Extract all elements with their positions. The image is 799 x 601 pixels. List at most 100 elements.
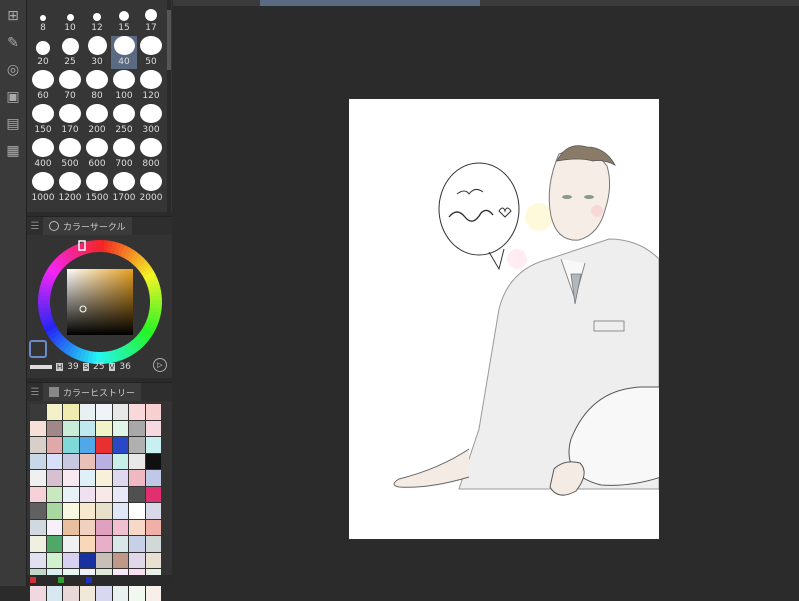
drawing-canvas[interactable]: [349, 99, 659, 539]
brush-size-200[interactable]: 200: [84, 104, 110, 137]
brush-size-1200[interactable]: 1200: [57, 172, 83, 205]
history-swatch[interactable]: [146, 503, 162, 519]
history-swatch[interactable]: [96, 437, 112, 453]
brush-size-15[interactable]: 15: [111, 2, 137, 35]
brush-size-1700[interactable]: 1700: [111, 172, 137, 205]
brush-size-8[interactable]: 8: [30, 2, 56, 35]
history-swatch[interactable]: [113, 470, 129, 486]
history-swatch[interactable]: [80, 536, 96, 552]
history-swatch[interactable]: [80, 421, 96, 437]
history-swatch[interactable]: [129, 487, 145, 503]
history-swatch[interactable]: [146, 404, 162, 420]
history-swatch[interactable]: [30, 421, 46, 437]
history-swatch[interactable]: [80, 470, 96, 486]
history-swatch[interactable]: [96, 520, 112, 536]
history-swatch[interactable]: [113, 487, 129, 503]
history-swatch[interactable]: [129, 454, 145, 470]
brush-size-1000[interactable]: 1000: [30, 172, 56, 205]
panel-menu-icon[interactable]: ☰: [27, 221, 43, 232]
brush-size-12[interactable]: 12: [84, 2, 110, 35]
history-swatch[interactable]: [80, 404, 96, 420]
brush-size-25[interactable]: 25: [57, 36, 83, 69]
history-swatch[interactable]: [146, 536, 162, 552]
brush-size-17[interactable]: 17: [138, 2, 164, 35]
brush-size-300[interactable]: 300: [138, 104, 164, 137]
history-swatch[interactable]: [63, 520, 79, 536]
history-swatch[interactable]: [96, 553, 112, 569]
pen-settings-icon[interactable]: ✎: [2, 32, 24, 54]
history-swatch[interactable]: [30, 553, 46, 569]
history-swatch[interactable]: [113, 503, 129, 519]
h-value[interactable]: 39: [67, 362, 78, 372]
history-swatch[interactable]: [47, 404, 63, 420]
material-icon[interactable]: ▦: [2, 140, 24, 162]
history-swatch[interactable]: [129, 470, 145, 486]
panel-menu-icon[interactable]: ☰: [27, 387, 43, 398]
history-swatch[interactable]: [63, 586, 79, 601]
history-swatch[interactable]: [96, 470, 112, 486]
brush-size-1500[interactable]: 1500: [84, 172, 110, 205]
history-swatch[interactable]: [96, 487, 112, 503]
history-swatch[interactable]: [113, 586, 129, 601]
main-color-swatch[interactable]: [29, 340, 47, 358]
history-swatch[interactable]: [30, 470, 46, 486]
brush-size-170[interactable]: 170: [57, 104, 83, 137]
brush-size-60[interactable]: 60: [30, 70, 56, 103]
history-swatch[interactable]: [80, 503, 96, 519]
history-swatch[interactable]: [80, 520, 96, 536]
brush-scrollbar[interactable]: [167, 0, 171, 212]
navigator-icon[interactable]: ▣: [2, 86, 24, 108]
brush-size-700[interactable]: 700: [111, 138, 137, 171]
brush-size-70[interactable]: 70: [57, 70, 83, 103]
s-value[interactable]: 25: [93, 362, 104, 372]
history-swatch[interactable]: [96, 421, 112, 437]
history-swatch[interactable]: [30, 404, 46, 420]
history-swatch[interactable]: [129, 404, 145, 420]
history-swatch[interactable]: [129, 586, 145, 601]
timeline-icon[interactable]: ▤: [2, 113, 24, 135]
history-swatch[interactable]: [96, 536, 112, 552]
history-swatch[interactable]: [47, 553, 63, 569]
history-swatch[interactable]: [30, 487, 46, 503]
history-swatch[interactable]: [47, 421, 63, 437]
history-swatch[interactable]: [96, 454, 112, 470]
history-swatch[interactable]: [80, 553, 96, 569]
brush-size-150[interactable]: 150: [30, 104, 56, 137]
history-swatch[interactable]: [146, 487, 162, 503]
brush-size-250[interactable]: 250: [111, 104, 137, 137]
history-swatch[interactable]: [63, 553, 79, 569]
history-swatch[interactable]: [80, 454, 96, 470]
history-swatch[interactable]: [96, 586, 112, 601]
history-swatch[interactable]: [113, 454, 129, 470]
history-swatch[interactable]: [63, 437, 79, 453]
brush-size-600[interactable]: 600: [84, 138, 110, 171]
tab-color-history[interactable]: カラーヒストリー: [43, 383, 141, 401]
history-swatch[interactable]: [146, 454, 162, 470]
history-swatch[interactable]: [80, 487, 96, 503]
history-swatch[interactable]: [47, 520, 63, 536]
history-swatch[interactable]: [113, 520, 129, 536]
layer-property-icon[interactable]: ⊞: [2, 5, 24, 27]
history-swatch[interactable]: [146, 470, 162, 486]
brush-size-500[interactable]: 500: [57, 138, 83, 171]
history-swatch[interactable]: [96, 404, 112, 420]
pen-target-icon[interactable]: ◎: [2, 59, 24, 81]
brush-size-2000[interactable]: 2000: [138, 172, 164, 205]
history-swatch[interactable]: [30, 454, 46, 470]
history-swatch[interactable]: [146, 421, 162, 437]
history-swatch[interactable]: [129, 421, 145, 437]
history-swatch[interactable]: [47, 586, 63, 601]
history-swatch[interactable]: [113, 421, 129, 437]
history-swatch[interactable]: [146, 553, 162, 569]
history-swatch[interactable]: [47, 503, 63, 519]
history-swatch[interactable]: [63, 470, 79, 486]
history-swatch[interactable]: [30, 536, 46, 552]
history-swatch[interactable]: [80, 586, 96, 601]
history-swatch[interactable]: [47, 470, 63, 486]
history-swatch[interactable]: [129, 520, 145, 536]
history-swatch[interactable]: [30, 437, 46, 453]
brush-size-400[interactable]: 400: [30, 138, 56, 171]
history-swatch[interactable]: [63, 454, 79, 470]
history-swatch[interactable]: [146, 520, 162, 536]
brush-size-50[interactable]: 50: [138, 36, 164, 69]
